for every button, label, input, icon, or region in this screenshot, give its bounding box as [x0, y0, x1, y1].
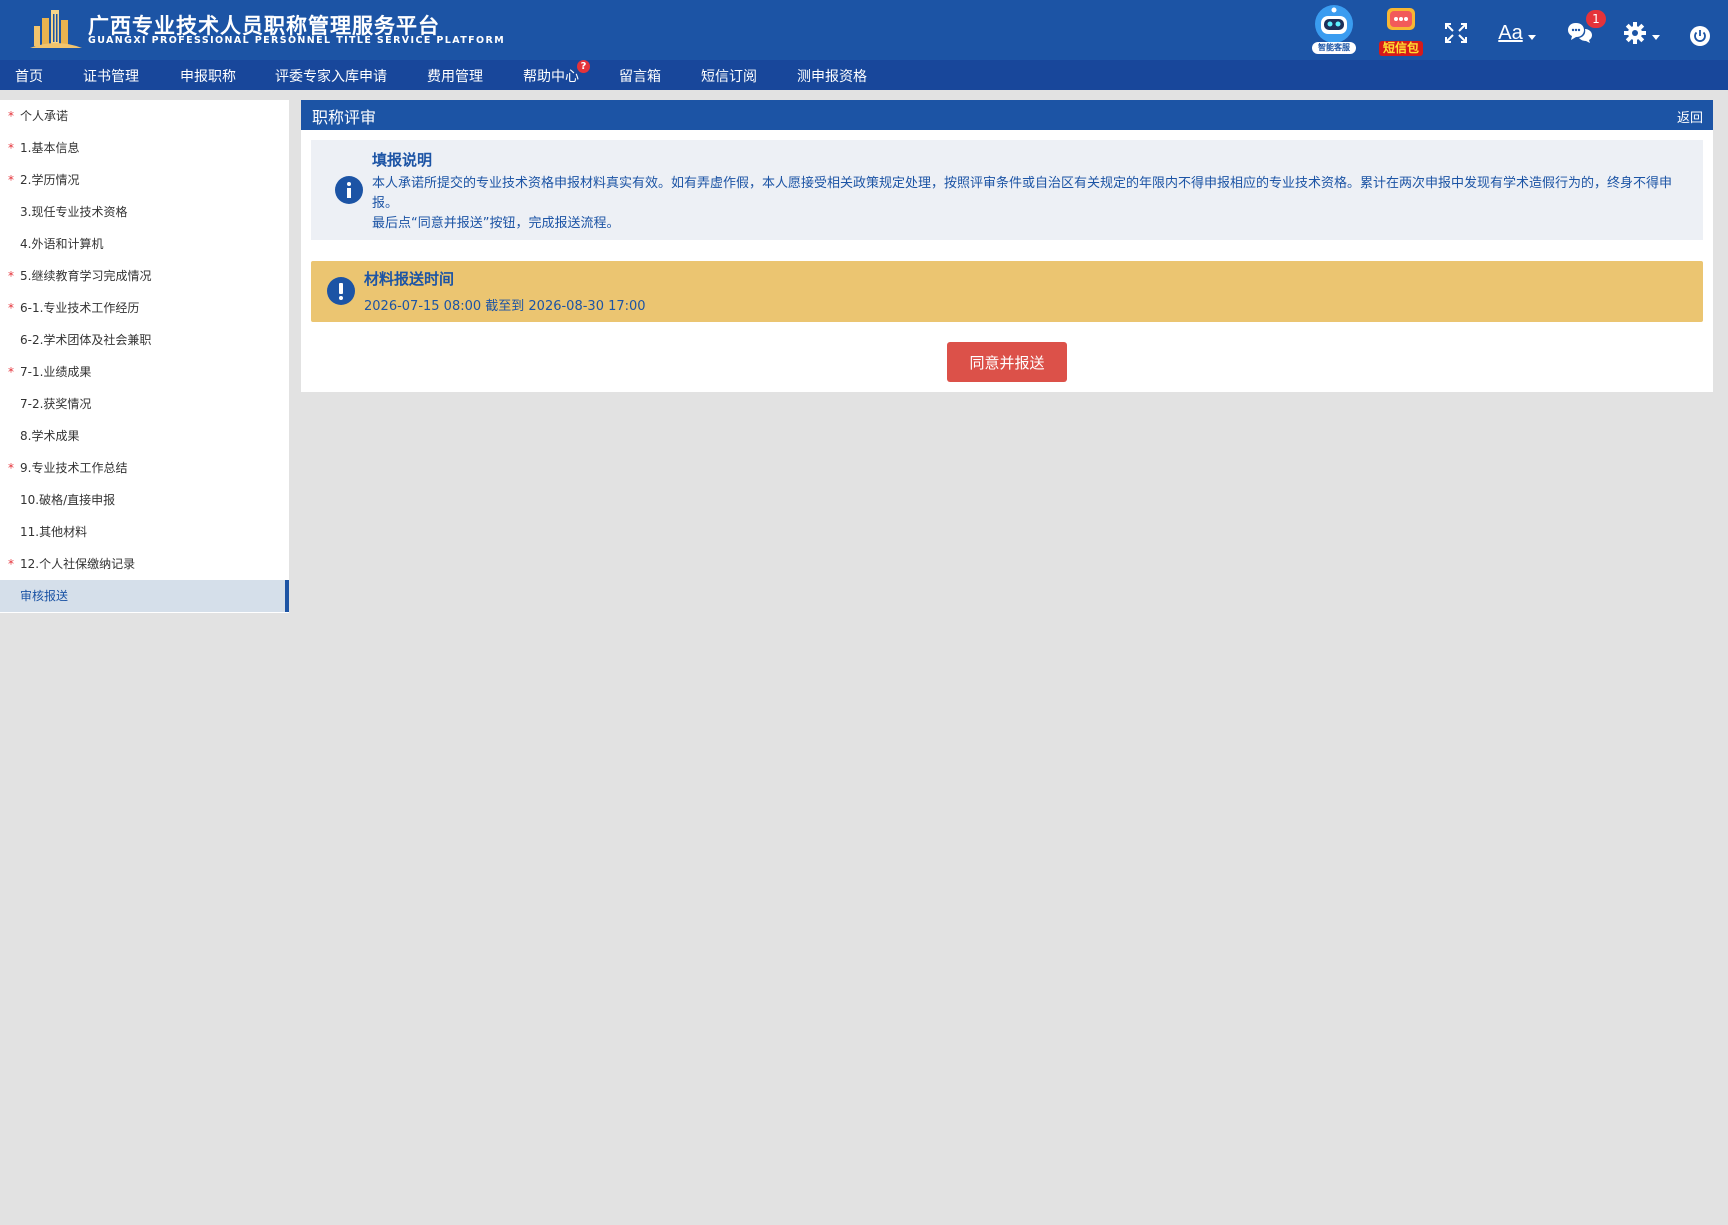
sidebar-item-label: 6-1.专业技术工作经历	[20, 301, 140, 315]
agree-submit-button[interactable]: 同意并报送	[947, 342, 1067, 382]
instructions-text: 本人承诺所提交的专业技术资格申报材料真实有效。如有弄虚作假，本人愿接受相关政策规…	[372, 174, 1682, 234]
submission-time-title: 材料报送时间	[364, 270, 455, 288]
submission-time-box: 材料报送时间 2026-07-15 08:00 截至到 2026-08-30 1…	[311, 261, 1703, 322]
smart-service-label: 智能客服	[1312, 42, 1356, 54]
instructions-box: 填报说明 本人承诺所提交的专业技术资格申报材料真实有效。如有弄虚作假，本人愿接受…	[311, 140, 1703, 240]
required-mark: *	[8, 109, 14, 123]
step-sidebar: * 个人承诺 * 1.基本信息 * 2.学历情况 3.现任专业技术资格 4.外语和计算…	[0, 100, 289, 613]
sidebar-item-exceptional-application[interactable]: 10.破格/直接申报	[0, 484, 289, 516]
required-mark: *	[8, 141, 14, 155]
instructions-line-1: 本人承诺所提交的专业技术资格申报材料真实有效。如有弄虚作假，本人愿接受相关政策规…	[372, 176, 1673, 211]
sidebar-item-continuing-education[interactable]: * 5.继续教育学习完成情况	[0, 260, 289, 292]
panel-header: 职称评审 返回	[301, 100, 1713, 130]
platform-title-en: GUANGXI PROFESSIONAL PERSONNEL TITLE SER…	[88, 35, 506, 46]
required-mark: *	[8, 301, 14, 315]
chevron-down-icon	[1651, 34, 1660, 40]
fullscreen-icon	[1445, 23, 1467, 43]
building-logo-icon	[30, 10, 82, 48]
power-icon	[1690, 26, 1710, 46]
sidebar-item-label: 12.个人社保缴纳记录	[20, 557, 136, 571]
exclamation-icon	[327, 277, 355, 305]
sidebar-item-language-computer[interactable]: 4.外语和计算机	[0, 228, 289, 260]
sms-package-button[interactable]: 短信包	[1378, 6, 1424, 56]
main-nav: 首页 证书管理 申报职称 评委专家入库申请 费用管理 帮助中心 留言箱 短信订阅…	[0, 60, 1728, 90]
sidebar-item-label: 1.基本信息	[20, 141, 80, 155]
required-mark: *	[8, 365, 14, 379]
required-mark: *	[8, 557, 14, 571]
message-count-badge: 1	[1586, 10, 1606, 28]
sidebar-item-awards[interactable]: 7-2.获奖情况	[0, 388, 289, 420]
nav-expert-application[interactable]: 评委专家入库申请	[275, 66, 387, 86]
sidebar-item-current-qualification[interactable]: 3.现任专业技术资格	[0, 196, 289, 228]
sidebar-item-label: 10.破格/直接申报	[20, 493, 116, 507]
font-size-button[interactable]: Aa	[1496, 20, 1538, 46]
sidebar-item-basic-info[interactable]: * 1.基本信息	[0, 132, 289, 164]
sidebar-item-commitment[interactable]: * 个人承诺	[0, 100, 289, 132]
required-mark: *	[8, 461, 14, 475]
sidebar-item-label: 审核报送	[20, 589, 69, 603]
sidebar-item-label: 7-2.获奖情况	[20, 397, 92, 411]
nav-apply-title[interactable]: 申报职称	[180, 66, 236, 86]
settings-button[interactable]	[1620, 20, 1662, 46]
back-link[interactable]: 返回	[1677, 107, 1703, 126]
sidebar-item-academic-results[interactable]: 8.学术成果	[0, 420, 289, 452]
top-header: 广西专业技术人员职称管理服务平台 GUANGXI PROFESSIONAL PE…	[0, 0, 1728, 60]
sidebar-item-review-submit[interactable]: 审核报送	[0, 580, 289, 612]
sidebar-item-work-experience[interactable]: * 6-1.专业技术工作经历	[0, 292, 289, 324]
nav-home[interactable]: 首页	[15, 66, 43, 86]
robot-icon	[1315, 5, 1353, 43]
sidebar-item-work-summary[interactable]: * 9.专业技术工作总结	[0, 452, 289, 484]
nav-fees[interactable]: 费用管理	[427, 66, 483, 86]
sidebar-item-label: 11.其他材料	[20, 525, 88, 539]
sidebar-item-label: 9.专业技术工作总结	[20, 461, 128, 475]
required-mark: *	[8, 269, 14, 283]
logout-button[interactable]	[1688, 24, 1712, 48]
nav-message-box[interactable]: 留言箱	[619, 66, 661, 86]
nav-eligibility-test[interactable]: 测申报资格	[797, 66, 867, 86]
instructions-title: 填报说明	[372, 151, 433, 169]
nav-certificates[interactable]: 证书管理	[83, 66, 139, 86]
gear-icon	[1623, 22, 1646, 44]
chevron-down-icon	[1527, 34, 1536, 40]
sidebar-item-academic-groups[interactable]: 6-2.学术团体及社会兼职	[0, 324, 289, 356]
instructions-line-2: 最后点“同意并报送”按钮，完成报送流程。	[372, 216, 620, 231]
sidebar-item-label: 8.学术成果	[20, 429, 80, 443]
sidebar-item-label: 3.现任专业技术资格	[20, 205, 128, 219]
sidebar-item-education[interactable]: * 2.学历情况	[0, 164, 289, 196]
sms-package-label: 短信包	[1379, 41, 1423, 56]
review-panel: 职称评审 返回 填报说明 本人承诺所提交的专业技术资格申报材料真实有效。如有弄虚…	[301, 100, 1713, 392]
font-size-label: Aa	[1498, 21, 1523, 44]
nav-sms-subscription[interactable]: 短信订阅	[701, 66, 757, 86]
submission-time-range: 2026-07-15 08:00 截至到 2026-08-30 17:00	[364, 299, 646, 314]
sidebar-item-label: 4.外语和计算机	[20, 237, 104, 251]
sidebar-item-social-security[interactable]: * 12.个人社保缴纳记录	[0, 548, 289, 580]
sidebar-item-label: 个人承诺	[20, 109, 69, 123]
sidebar-item-label: 6-2.学术团体及社会兼职	[20, 333, 152, 347]
nav-help-center[interactable]: 帮助中心	[523, 66, 579, 86]
sidebar-item-other-materials[interactable]: 11.其他材料	[0, 516, 289, 548]
sidebar-item-label: 7-1.业绩成果	[20, 365, 92, 379]
sidebar-item-achievements[interactable]: * 7-1.业绩成果	[0, 356, 289, 388]
required-mark: *	[8, 173, 14, 187]
sms-bubble-icon	[1387, 8, 1415, 30]
panel-title: 职称评审	[312, 108, 377, 127]
sidebar-item-label: 5.继续教育学习完成情况	[20, 269, 152, 283]
fullscreen-button[interactable]	[1444, 22, 1468, 44]
info-icon	[335, 176, 363, 204]
sidebar-item-label: 2.学历情况	[20, 173, 80, 187]
help-question-icon: ?	[577, 60, 590, 73]
smart-service-button[interactable]: 智能客服	[1310, 4, 1358, 54]
